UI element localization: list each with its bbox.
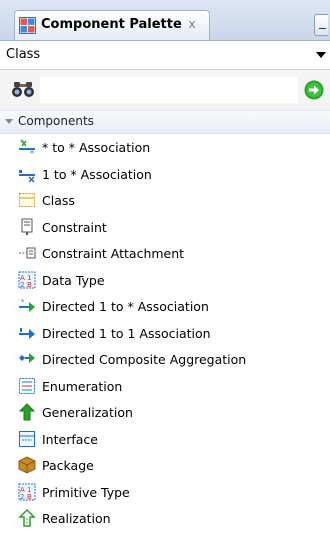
item-label: Interface [42, 431, 98, 447]
svg-text:*: * [21, 298, 25, 306]
constraint-attachment-icon [19, 247, 36, 259]
item-label: Package [42, 458, 94, 473]
svg-text:2: 2 [20, 281, 24, 289]
list-item[interactable]: Directed 1 to 1 Association [0, 320, 330, 347]
list-item[interactable]: A 1 2 B Primitive Type [0, 479, 330, 506]
generalization-icon [18, 403, 36, 421]
item-label: Generalization [42, 405, 133, 420]
data-type-icon: A 1 2 B [18, 271, 36, 289]
item-label: Constraint [42, 219, 107, 235]
item-label: Constraint Attachment [42, 246, 185, 261]
list-item[interactable]: Interface [0, 426, 330, 453]
directed-composite-aggregation-icon [19, 353, 35, 363]
interface-icon [19, 430, 35, 447]
item-label: Directed 1 to * Association [42, 299, 209, 314]
constraint-icon [21, 218, 33, 235]
item-label: Directed Composite Aggregation [42, 352, 247, 367]
item-label: Class [42, 193, 75, 208]
close-icon[interactable]: x [185, 17, 199, 31]
item-label: * to * Association [42, 140, 151, 155]
search-input[interactable] [40, 77, 298, 103]
list-item[interactable]: Package [0, 452, 330, 479]
list-item[interactable]: Class [0, 187, 330, 214]
primitive-type-icon: A 1 2 B [18, 483, 36, 501]
item-label: Enumeration [42, 378, 123, 394]
tab-title: Component Palette [41, 17, 182, 32]
components-category-header[interactable]: Components [0, 110, 330, 134]
one-to-many-association-icon [19, 169, 35, 183]
list-item[interactable]: Directed Composite Aggregation [0, 346, 330, 373]
list-item[interactable]: * Directed 1 to * Association [0, 293, 330, 320]
binoculars-icon [12, 82, 34, 97]
directed-one-to-one-icon [19, 327, 35, 339]
list-item[interactable]: Constraint Attachment [0, 240, 330, 267]
many-to-many-association-icon: * * [19, 138, 35, 156]
svg-text:2: 2 [20, 493, 24, 501]
chevron-down-icon[interactable] [316, 52, 326, 58]
component-palette-icon [19, 17, 36, 34]
item-label: Primitive Type [42, 484, 130, 500]
item-label: Realization [42, 511, 111, 526]
go-arrow-icon[interactable] [304, 80, 324, 100]
component-palette-tab[interactable]: Component Palette x [14, 10, 210, 40]
minimize-icon [319, 28, 326, 29]
package-icon [18, 456, 36, 474]
category-label: Components [18, 114, 94, 128]
svg-text:B: B [27, 493, 32, 501]
directed-one-to-many-icon: * [19, 298, 35, 312]
list-item[interactable]: Constraint [0, 214, 330, 241]
item-label: Data Type [42, 272, 105, 288]
list-item[interactable]: 1 to * Association [0, 161, 330, 188]
class-icon [19, 193, 35, 207]
item-label: Directed 1 to 1 Association [42, 325, 211, 341]
realization-icon [18, 509, 36, 527]
svg-text:*: * [30, 149, 34, 156]
palette-page-select[interactable]: Class [0, 41, 330, 70]
list-item[interactable]: A 1 2 B Data Type [0, 267, 330, 294]
list-item[interactable]: Enumeration [0, 373, 330, 400]
item-label: 1 to * Association [42, 166, 152, 182]
selected-page: Class [6, 47, 41, 62]
svg-text:B: B [27, 281, 32, 289]
list-item[interactable]: Realization [0, 505, 330, 532]
component-list: * * * to * Association 1 to * Associatio… [0, 134, 330, 532]
expand-arrow-icon[interactable] [5, 119, 13, 124]
minimize-button[interactable] [314, 14, 328, 36]
list-item[interactable]: * * * to * Association [0, 134, 330, 161]
search-row [0, 70, 330, 110]
enumeration-icon [19, 377, 35, 394]
palette-title-bar: Component Palette x [0, 0, 330, 41]
list-item[interactable]: Generalization [0, 399, 330, 426]
